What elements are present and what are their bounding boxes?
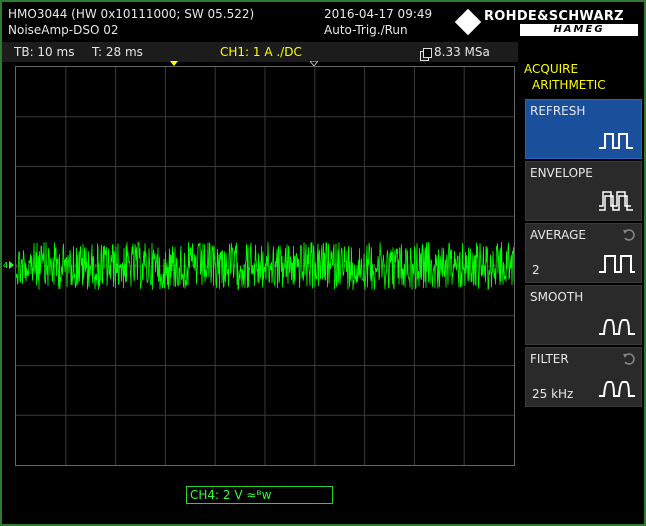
filter-wave-icon xyxy=(599,381,635,397)
trigger-mode: Auto-Trig./Run xyxy=(324,23,408,37)
menu-envelope-button[interactable]: ENVELOPE xyxy=(525,161,642,221)
menu-label: SMOOTH xyxy=(530,290,584,304)
datetime: 2016-04-17 09:49 xyxy=(324,7,433,21)
rotary-knob-icon xyxy=(623,353,635,365)
device-name: NoiseAmp-DSO 02 xyxy=(8,23,119,37)
trigger-time[interactable]: T: 28 ms xyxy=(92,45,143,59)
average-value: 2 xyxy=(532,263,540,277)
menu-subtitle: ARITHMETIC xyxy=(532,78,606,92)
model-info: HMO3044 (HW 0x10111000; SW 05.522) xyxy=(8,7,255,21)
waveform-display[interactable] xyxy=(15,66,515,466)
waveform-grid xyxy=(15,67,515,465)
menu-label: AVERAGE xyxy=(530,228,586,242)
menu-filter-button[interactable]: FILTER 25 kHz xyxy=(525,347,642,407)
menu-label: ENVELOPE xyxy=(530,166,593,180)
info-bar: TB: 10 ms T: 28 ms CH1: 1 A ./DC 8.33 MS… xyxy=(2,42,518,62)
envelope-wave-icon xyxy=(599,191,633,211)
average-wave-icon xyxy=(599,255,635,273)
menu-refresh-button[interactable]: REFRESH xyxy=(525,99,642,159)
rotary-knob-icon xyxy=(623,229,635,241)
brand-logo: ROHDE&SCHWARZ HAMEG xyxy=(454,8,642,38)
channel4-offset-marker-icon[interactable]: 4 xyxy=(3,260,15,270)
brand-name: ROHDE&SCHWARZ xyxy=(484,9,624,24)
side-menu: ACQUIRE ARITHMETIC REFRESH ENVELOPE AVER… xyxy=(522,56,644,516)
channel4-badge[interactable]: CH4: 2 V ≈ᴮᴡ xyxy=(186,486,333,504)
sub-brand: HAMEG xyxy=(520,24,638,36)
menu-average-button[interactable]: AVERAGE 2 xyxy=(525,223,642,283)
menu-label: REFRESH xyxy=(530,104,586,118)
header: HMO3044 (HW 0x10111000; SW 05.522) Noise… xyxy=(2,2,644,40)
filter-value: 25 kHz xyxy=(532,387,574,401)
menu-smooth-button[interactable]: SMOOTH xyxy=(525,285,642,345)
menu-label: FILTER xyxy=(530,352,569,366)
timebase[interactable]: TB: 10 ms xyxy=(14,45,74,59)
menu-title: ACQUIRE xyxy=(524,62,579,76)
memory-icon xyxy=(420,46,432,65)
svg-text:4: 4 xyxy=(3,261,8,270)
rs-logo-icon xyxy=(454,8,482,36)
sample-rate: 8.33 MSa xyxy=(434,45,490,59)
smooth-wave-icon xyxy=(599,319,635,335)
channel1-setting[interactable]: CH1: 1 A ./DC xyxy=(220,45,302,59)
refresh-wave-icon xyxy=(599,133,633,149)
